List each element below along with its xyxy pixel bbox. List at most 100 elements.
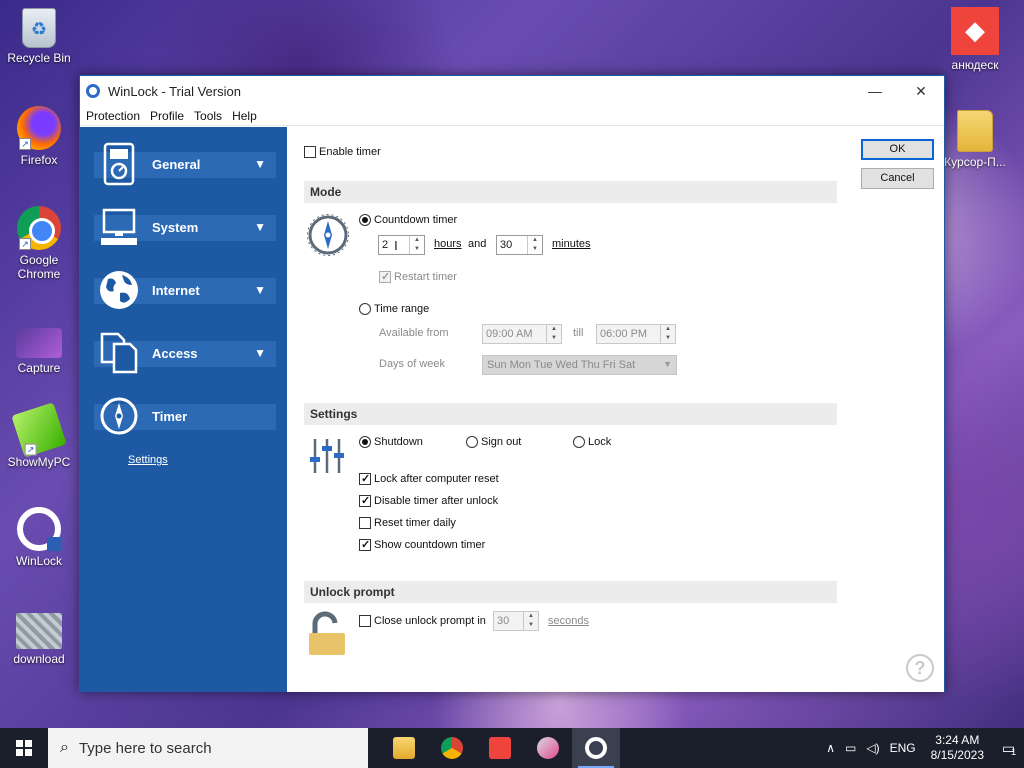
stepper-up-icon[interactable]: ▲: [410, 236, 424, 245]
cancel-button[interactable]: Cancel: [861, 168, 934, 189]
search-placeholder: Type here to search: [78, 739, 212, 757]
language-indicator[interactable]: ENG: [890, 741, 916, 755]
text-cursor-icon: I: [394, 237, 398, 253]
desktop-icon-download[interactable]: download: [1, 613, 77, 666]
checkbox-label: Disable timer after unlock: [374, 495, 499, 507]
radio-dot: [466, 436, 478, 449]
reset-daily-checkbox[interactable]: Reset timer daily: [359, 517, 456, 530]
stepper-up-icon[interactable]: ▲: [528, 236, 542, 245]
enable-timer-checkbox[interactable]: Enable timer: [304, 146, 381, 159]
desktop-icon-label: Google Chrome: [17, 253, 61, 281]
sidebar-item-system[interactable]: System ▼: [94, 202, 276, 252]
help-icon[interactable]: ?: [906, 654, 934, 682]
section-settings: Settings: [304, 403, 837, 425]
desktop-icon-label: Recycle Bin: [7, 51, 71, 65]
stepper-down-icon[interactable]: ▼: [547, 334, 561, 343]
minimize-button[interactable]: —: [852, 76, 898, 106]
chevron-up-icon[interactable]: ∧: [826, 741, 835, 755]
desktop-icon-winlock[interactable]: WinLock: [1, 507, 77, 568]
close-unlock-prompt-checkbox[interactable]: Close unlock prompt in: [359, 615, 486, 628]
section-unlock-prompt: Unlock prompt: [304, 581, 837, 603]
volume-icon[interactable]: ◁): [866, 741, 879, 755]
restart-timer-checkbox[interactable]: Restart timer: [379, 270, 457, 284]
desktop-icon-folder[interactable]: Курсор-П...: [937, 110, 1013, 169]
radio-dot: [359, 214, 371, 227]
sidebar-item-access[interactable]: Access ▼: [94, 328, 276, 378]
sidebar-item-internet[interactable]: Internet ▼: [94, 265, 276, 315]
show-countdown-checkbox[interactable]: Show countdown timer: [359, 538, 485, 552]
winlock-icon: [585, 737, 607, 759]
clock-time: 3:24 AM: [935, 733, 980, 747]
network-icon[interactable]: ▭: [845, 741, 856, 755]
chevron-down-icon: ▼: [254, 283, 266, 297]
minutes-stepper[interactable]: 30 ▲ ▼: [496, 235, 543, 255]
taskbar-anydesk[interactable]: [476, 728, 524, 768]
chrome-icon: ↗: [17, 206, 61, 250]
showmypc-icon: ↗: [11, 402, 67, 458]
start-button[interactable]: [0, 728, 48, 768]
radio-dot: [359, 436, 371, 449]
stepper-down-icon[interactable]: ▼: [528, 245, 542, 254]
clock[interactable]: 3:24 AM 8/15/2023: [931, 733, 984, 763]
unlocked-padlock-icon: [307, 611, 347, 660]
checkbox-box: [359, 494, 371, 508]
taskbar-capture[interactable]: [524, 728, 572, 768]
sidebar-item-general[interactable]: General ▼: [94, 139, 276, 189]
taskbar-chrome[interactable]: [428, 728, 476, 768]
sidebar-item-label: Internet: [152, 282, 200, 298]
minutes-label: minutes: [552, 238, 591, 250]
lock-radio[interactable]: Lock: [573, 436, 612, 449]
desktop-icon-chrome[interactable]: ↗ Google Chrome: [1, 206, 77, 281]
lock-after-reset-checkbox[interactable]: Lock after computer reset: [359, 472, 499, 486]
shortcut-arrow-icon: ↗: [19, 238, 31, 250]
minutes-value: 30: [500, 239, 513, 251]
till-label: till: [573, 327, 584, 339]
timer-panel: Enable timer Mode Countdown timer 2 I ▲ ▼…: [287, 127, 944, 692]
days-of-week-select[interactable]: Sun Mon Tue Wed Thu Fri Sat ▼: [482, 355, 677, 375]
taskbar-search-box[interactable]: ⌕ Type here to search: [48, 728, 368, 768]
taskbar-winlock[interactable]: [572, 728, 620, 768]
menu-protection[interactable]: Protection: [86, 109, 140, 123]
close-prompt-seconds-stepper[interactable]: 30 ▲ ▼: [493, 611, 539, 631]
radio-label: Countdown timer: [374, 214, 458, 226]
stepper-down-icon[interactable]: ▼: [661, 334, 675, 343]
capture-icon: [537, 737, 559, 759]
chevron-down-icon: ▼: [254, 220, 266, 234]
search-icon: ⌕: [60, 739, 69, 756]
checkbox-box: [304, 146, 316, 159]
stepper-down-icon[interactable]: ▼: [524, 621, 538, 630]
stepper-up-icon[interactable]: ▲: [547, 325, 561, 334]
sign-out-radio[interactable]: Sign out: [466, 436, 521, 449]
taskbar-file-explorer[interactable]: [380, 728, 428, 768]
stepper-down-icon[interactable]: ▼: [410, 245, 424, 254]
stepper-up-icon[interactable]: ▲: [661, 325, 675, 334]
sidebar-link-settings[interactable]: Settings: [128, 454, 168, 466]
ok-button[interactable]: OK: [861, 139, 934, 160]
and-label: and: [468, 238, 487, 250]
menu-bar: Protection Profile Tools Help: [80, 106, 944, 126]
menu-tools[interactable]: Tools: [194, 109, 222, 123]
folder-icon: [393, 737, 415, 759]
desktop-icon-anydesk[interactable]: анюдеск: [937, 7, 1013, 72]
radio-label: Lock: [588, 436, 612, 448]
desktop-icon-firefox[interactable]: ↗ Firefox: [1, 106, 77, 167]
disable-after-unlock-checkbox[interactable]: Disable timer after unlock: [359, 494, 499, 508]
till-time-stepper[interactable]: 06:00 PM ▲ ▼: [596, 324, 676, 344]
desktop-icon-recycle-bin[interactable]: Recycle Bin: [1, 8, 77, 65]
hours-stepper[interactable]: 2 I ▲ ▼: [378, 235, 425, 255]
desktop-icon-capture[interactable]: Capture: [1, 318, 77, 375]
stepper-up-icon[interactable]: ▲: [524, 612, 538, 621]
close-window-button[interactable]: ✕: [898, 76, 944, 106]
desktop-icon-showmypc[interactable]: ↗ ShowMyPC: [1, 402, 77, 469]
menu-profile[interactable]: Profile: [150, 109, 184, 123]
from-time-stepper[interactable]: 09:00 AM ▲ ▼: [482, 324, 562, 344]
shutdown-radio[interactable]: Shutdown: [359, 436, 423, 449]
sidebar-item-timer[interactable]: Timer: [94, 391, 276, 441]
folder-icon: [957, 110, 993, 152]
countdown-timer-radio[interactable]: Countdown timer: [359, 214, 458, 227]
time-range-radio[interactable]: Time range: [359, 303, 429, 316]
notification-icon[interactable]: ▭ 1: [994, 728, 1024, 768]
menu-help[interactable]: Help: [232, 109, 257, 123]
sliders-icon: [308, 437, 346, 478]
sidebar-item-label: General: [152, 156, 201, 172]
